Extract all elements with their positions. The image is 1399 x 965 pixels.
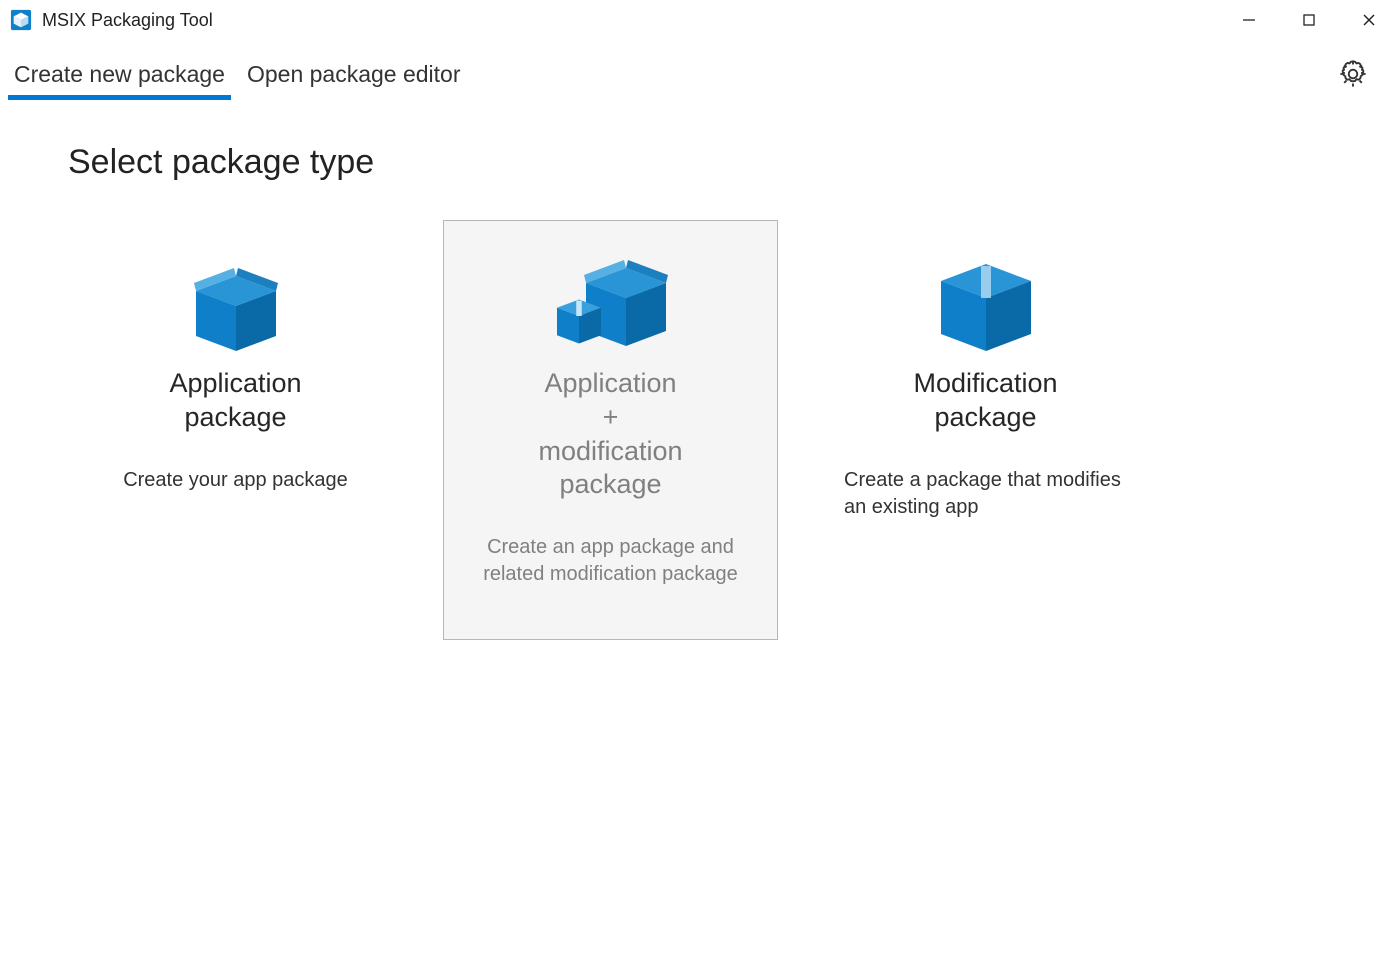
open-box-plus-icon <box>546 251 676 361</box>
package-type-cards: Application package Create your app pack… <box>68 220 1331 640</box>
maximize-button[interactable] <box>1279 0 1339 40</box>
card-desc: Create a package that modifies an existi… <box>844 467 1127 521</box>
app-title: MSIX Packaging Tool <box>42 10 213 31</box>
card-desc: Create your app package <box>123 467 348 494</box>
app-icon <box>10 9 32 31</box>
gear-icon <box>1337 58 1369 95</box>
tab-create-new-package[interactable]: Create new package <box>10 55 229 98</box>
tab-row: Create new package Open package editor <box>0 40 1399 98</box>
minimize-button[interactable] <box>1219 0 1279 40</box>
card-title: Application + modification package <box>538 367 682 502</box>
card-modification-package[interactable]: Modification package Create a package th… <box>818 220 1153 640</box>
card-title: Application package <box>169 367 301 435</box>
closed-box-icon <box>931 251 1041 361</box>
close-button[interactable] <box>1339 0 1399 40</box>
settings-button[interactable] <box>1335 58 1371 94</box>
main-content: Select package type Application package … <box>0 98 1399 640</box>
card-desc: Create an app package and related modifi… <box>469 534 752 588</box>
titlebar: MSIX Packaging Tool <box>0 0 1399 40</box>
window-controls <box>1219 0 1399 40</box>
card-application-package[interactable]: Application package Create your app pack… <box>68 220 403 640</box>
open-box-icon <box>176 251 296 361</box>
card-title: Modification package <box>913 367 1057 435</box>
card-application-plus-modification-package[interactable]: Application + modification package Creat… <box>443 220 778 640</box>
tab-open-package-editor[interactable]: Open package editor <box>243 55 465 98</box>
page-heading: Select package type <box>68 143 1331 182</box>
